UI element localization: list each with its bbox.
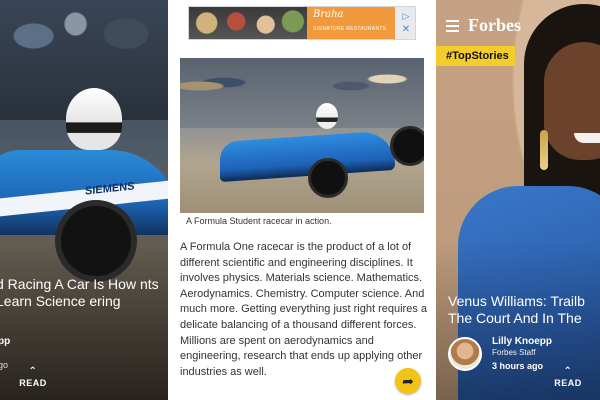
article-photo-helmet <box>316 103 338 129</box>
left-story-card[interactable]: SIEMENS d Racing A Car Is How nts Learn … <box>0 0 168 400</box>
chevron-up-icon: ⌃ <box>563 366 573 377</box>
ad-brand-logo: Braha <box>313 9 344 20</box>
share-arrow-icon: ➦ <box>402 373 414 389</box>
left-story-read-button[interactable]: ⌃ READ <box>13 366 53 389</box>
ad-brand-block: Braha SIGNATURE RESTAURANTS <box>307 7 395 39</box>
right-story-headline-line2: The Court And In The <box>448 310 582 326</box>
left-story-helmet <box>66 88 122 150</box>
story-time-ago: 3 hours ago <box>492 361 544 371</box>
author-avatar <box>448 337 482 371</box>
left-story-author: pp <box>0 336 11 347</box>
author-name: Lilly Knoepp <box>492 336 552 347</box>
chevron-up-icon: ⌃ <box>28 366 38 377</box>
article-photo-wheel <box>308 158 348 198</box>
left-story-read-label: READ <box>19 378 47 388</box>
article-photo-crowd <box>180 58 424 128</box>
article-photo <box>180 58 424 213</box>
right-story-read-button[interactable]: ⌃ READ <box>548 366 588 389</box>
author-role: Forbes Staff <box>492 348 536 357</box>
ad-banner[interactable]: Braha SIGNATURE RESTAURANTS ▷ ✕ <box>188 6 416 40</box>
left-story-time-ago: go <box>0 360 9 370</box>
left-story-wheel <box>55 200 137 282</box>
right-story-read-label: READ <box>554 378 582 388</box>
adchoices-icon[interactable]: ▷ <box>399 9 413 23</box>
photo-caption: A Formula Student racecar in action. <box>186 216 332 226</box>
article-photo-wheel <box>390 126 424 166</box>
share-button[interactable]: ➦ <box>395 368 421 394</box>
article-view: Braha SIGNATURE RESTAURANTS ▷ ✕ A Formul… <box>168 0 436 400</box>
ad-food-image <box>189 7 307 39</box>
right-story-headline[interactable]: Venus Williams: Trailb The Court And In … <box>448 293 600 327</box>
hamburger-menu-icon[interactable] <box>446 20 459 32</box>
ad-brand-tagline: SIGNATURE RESTAURANTS <box>313 26 387 32</box>
top-stories-tag[interactable]: #TopStories <box>436 46 515 66</box>
ad-close-icon[interactable]: ✕ <box>399 23 413 37</box>
forbes-logo: Forbes <box>468 15 521 35</box>
left-story-headline[interactable]: d Racing A Car Is How nts Learn Science … <box>0 276 168 310</box>
right-story-card[interactable]: Forbes #TopStories Venus Williams: Trail… <box>436 0 600 400</box>
right-story-headline-line1: Venus Williams: Trailb <box>448 293 585 309</box>
article-body: A Formula One racecar is the product of … <box>180 241 428 378</box>
